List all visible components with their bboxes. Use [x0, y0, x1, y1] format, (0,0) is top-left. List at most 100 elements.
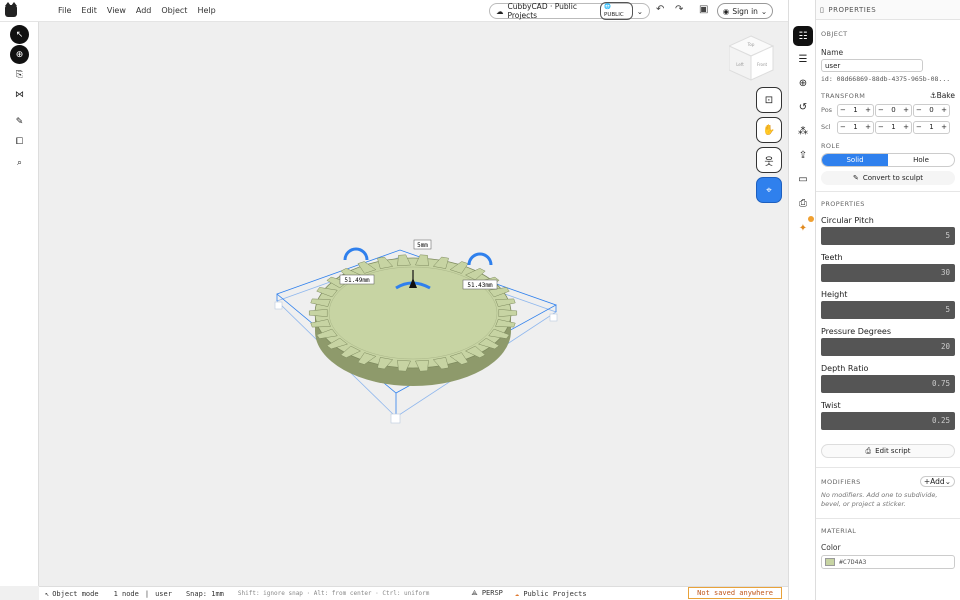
menu-file[interactable]: File	[58, 6, 71, 15]
edit-script-button[interactable]: ⎙ Edit script	[821, 444, 955, 458]
mode-indicator: Object mode	[52, 589, 99, 598]
circular-pitch-field[interactable]: 5	[821, 227, 955, 245]
scl-z-stepper[interactable]: −1 +	[913, 120, 950, 134]
scl-label: Scl	[821, 123, 831, 131]
brush-icon: ✎	[852, 174, 859, 182]
rotate-handle-left[interactable]	[343, 247, 369, 261]
selected-node-name: user	[155, 589, 172, 598]
globe-icon[interactable]: ⊕	[793, 73, 813, 93]
twist-label: Twist	[821, 401, 841, 410]
save-icon[interactable]: ▣	[699, 4, 708, 15]
position-row: Pos −1 + −0 + −0 +	[821, 103, 955, 117]
menu-object[interactable]: Object	[161, 6, 187, 15]
menu-bar: File Edit View Add Object Help	[58, 6, 226, 15]
pressure-degrees-label: Pressure Degrees	[821, 327, 891, 336]
name-input[interactable]: user	[821, 59, 923, 72]
upload-icon[interactable]: ⇪	[793, 145, 813, 165]
notification-dot	[808, 216, 814, 222]
user-circle-icon: ◉	[722, 6, 730, 16]
perspective-toggle[interactable]: ⟁ PERSP	[471, 589, 503, 598]
app-logo[interactable]	[0, 0, 22, 22]
redo-icon[interactable]: ↷	[675, 4, 683, 15]
modifiers-empty-note: No modifiers. Add one to subdivide, beve…	[821, 491, 938, 508]
object-id: id: 08d66869-88db-4375-965b-08...	[821, 75, 951, 83]
menu-help[interactable]: Help	[197, 6, 215, 15]
project-location[interactable]: ☁ Public Projects	[515, 590, 587, 598]
gear-tooth	[397, 254, 411, 267]
outline-tree-icon[interactable]: ☰	[793, 49, 813, 69]
chevron-down-icon: ⌄	[636, 6, 643, 16]
public-badge: 🌐 PUBLIC	[600, 2, 633, 20]
node-count: 1 node	[113, 589, 139, 598]
width-right-dimension-label: 51.43mm	[467, 282, 493, 289]
keyboard-hint: Shift: ignore snap · Alt: from center · …	[237, 590, 430, 597]
rotate-handle-right[interactable]	[467, 252, 493, 266]
mirror-icon[interactable]: ⋈	[10, 85, 29, 104]
select-tool-icon[interactable]: ↖	[10, 25, 29, 44]
pos-y-stepper[interactable]: −0 +	[875, 103, 912, 117]
add-modifier-button[interactable]: +Add⌄	[919, 476, 955, 487]
width-left-dimension-label: 51.49mm	[344, 277, 370, 284]
color-label: Color	[821, 543, 841, 552]
height-field[interactable]: 5	[821, 301, 955, 319]
depth-ratio-label: Depth Ratio	[821, 364, 869, 373]
pressure-degrees-field[interactable]: 20	[821, 338, 955, 356]
pos-x-stepper[interactable]: −1 +	[837, 103, 874, 117]
convert-to-sculpt-button[interactable]: ✎ Convert to sculpt	[821, 171, 955, 185]
role-section-title: ROLE	[821, 142, 840, 150]
separator: |	[144, 589, 150, 598]
color-hex: #C7D4A3	[839, 558, 867, 566]
menu-edit[interactable]: Edit	[81, 6, 97, 15]
undo-icon[interactable]: ↶	[656, 4, 664, 15]
project-selector[interactable]: ☁ CubbyCAD · Public Projects 🌐 PUBLIC ⌄	[489, 2, 650, 20]
anchor-icon: ⚓	[929, 91, 937, 100]
properties-section-title: PROPERTIES	[821, 200, 865, 208]
pencil-icon[interactable]: ✎	[10, 112, 29, 131]
top-bar: File Edit View Add Object Help ☁ CubbyCA…	[0, 0, 788, 22]
gear-tooth	[308, 309, 328, 317]
folder-icon[interactable]: ▭	[793, 169, 813, 189]
pos-z-stepper[interactable]: −0 +	[913, 103, 950, 117]
search-icon[interactable]: ⌕	[10, 153, 29, 172]
height-dimension-label: 5mm	[417, 242, 428, 249]
status-bar: ↖ Object mode 1 node | user Snap: 1mm Sh…	[39, 586, 788, 600]
circular-pitch-label: Circular Pitch	[821, 216, 874, 225]
import-file-icon[interactable]: ⎘	[10, 65, 29, 84]
snap-setting[interactable]: Snap: 1mm	[186, 590, 224, 598]
panel-title: PROPERTIES	[828, 5, 877, 14]
properties-panel: ▯ PROPERTIES OBJECT Name user id: 08d668…	[816, 0, 960, 600]
save-status-badge[interactable]: Not saved anywhere	[688, 587, 782, 599]
shapes-icon[interactable]: ⁂	[793, 121, 813, 141]
gear-tooth	[498, 309, 518, 317]
sign-in-button[interactable]: ◉ Sign in ⌄	[717, 3, 773, 19]
scl-x-stepper[interactable]: −1 +	[837, 120, 874, 134]
globe-tool-icon[interactable]: ⊕	[10, 45, 29, 64]
role-hole-button[interactable]: Hole	[888, 154, 954, 166]
left-toolbar: ↖ ⊕ ⎘ ⋈ ✎ ⧠ ⌕	[0, 22, 39, 586]
chevron-down-icon: ⌄	[760, 6, 768, 16]
teeth-label: Teeth	[821, 253, 843, 262]
color-picker[interactable]: #C7D4A3	[821, 555, 955, 569]
twist-field[interactable]: 0.25	[821, 412, 955, 430]
cat-logo-icon	[5, 1, 17, 17]
role-solid-button[interactable]: Solid	[822, 154, 888, 166]
3d-viewport[interactable]: Top Left Front ⊡ ✋ 웃 ⌖ 5mm 51.49mm 51.43…	[39, 22, 788, 586]
cloud-icon: ☁	[496, 6, 504, 16]
menu-view[interactable]: View	[107, 6, 126, 15]
properties-sliders-icon[interactable]: ☷	[793, 26, 813, 46]
script-file-icon[interactable]: ⎙	[793, 193, 813, 213]
role-toggle: Solid Hole	[821, 153, 955, 167]
modifiers-section-title: MODIFIERS	[821, 477, 861, 486]
teeth-field[interactable]: 30	[821, 264, 955, 282]
material-section-title: MATERIAL	[821, 527, 857, 535]
crop-icon[interactable]: ⧠	[10, 132, 29, 151]
panel-collapse-icon[interactable]: ▯	[820, 6, 824, 14]
bake-button[interactable]: ⚓Bake	[930, 91, 955, 100]
transform-section-title: TRANSFORM	[821, 91, 866, 100]
height-label: Height	[821, 290, 848, 299]
history-icon[interactable]: ↺	[793, 97, 813, 117]
scl-y-stepper[interactable]: −1 +	[875, 120, 912, 134]
panel-header: ▯ PROPERTIES	[816, 0, 960, 20]
menu-add[interactable]: Add	[136, 6, 152, 15]
depth-ratio-field[interactable]: 0.75	[821, 375, 955, 393]
